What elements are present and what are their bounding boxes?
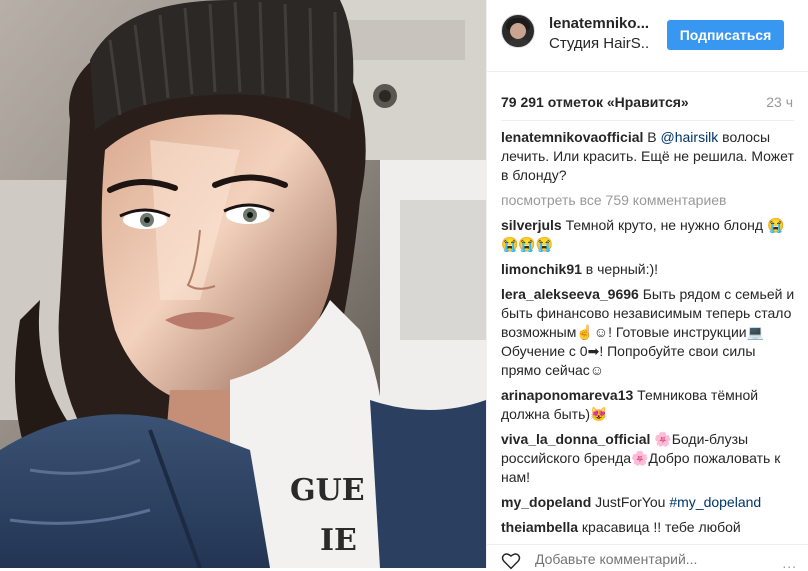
post-location[interactable]: Студия HairS.. bbox=[549, 35, 649, 52]
comment-item: lera_alekseeva_9696 Быть рядом с семьей … bbox=[501, 285, 799, 380]
comment-item: limonchik91 в черный:)! bbox=[501, 260, 799, 279]
follow-button[interactable]: Подписаться bbox=[667, 20, 784, 50]
comment-username[interactable]: arinaponomareva13 bbox=[501, 387, 633, 403]
comment-username[interactable]: limonchik91 bbox=[501, 261, 582, 277]
comment-item: silverjuls Темной круто, не нужно блонд … bbox=[501, 216, 799, 254]
comment-username[interactable]: lera_alekseeva_9696 bbox=[501, 286, 639, 302]
caption-username[interactable]: lenatemnikovaofficial bbox=[501, 129, 643, 145]
post-photo[interactable]: GUE IE bbox=[0, 0, 486, 568]
more-options-icon[interactable]: ... bbox=[782, 555, 797, 571]
avatar[interactable] bbox=[501, 14, 535, 48]
avatar-face bbox=[510, 23, 526, 39]
likes-count[interactable]: 79 291 отметок «Нравится» bbox=[501, 94, 689, 110]
comment-item: theiambella красавица !! тебе любой bbox=[501, 518, 799, 537]
comment-username[interactable]: my_dopeland bbox=[501, 494, 591, 510]
heart-outline-icon[interactable] bbox=[501, 552, 521, 570]
comment-text: Темной круто, не нужно блонд bbox=[561, 217, 767, 233]
comment-item: arinaponomareva13 Темникова тёмной должн… bbox=[501, 386, 799, 424]
post-time[interactable]: 23 ч bbox=[766, 94, 793, 110]
post-header: lenatemniko... Студия HairS.. Подписатьс… bbox=[487, 0, 808, 72]
comment-text: в черный:)! bbox=[581, 261, 659, 277]
svg-text:GUE: GUE bbox=[290, 473, 365, 508]
post-meta: 79 291 отметок «Нравится» 23 ч bbox=[487, 72, 808, 124]
comment-username[interactable]: viva_la_donna_official bbox=[501, 431, 650, 447]
comment-username[interactable]: silverjuls bbox=[501, 217, 562, 233]
instagram-post-view: GUE IE lenatemniko... Студия HairS.. Под… bbox=[0, 0, 808, 571]
view-all-comments-link[interactable]: посмотреть все 759 комментариев bbox=[501, 191, 799, 210]
caption-mention[interactable]: @hairsilk bbox=[661, 129, 719, 145]
caption: lenatemnikovaofficial В @hairsilk волосы… bbox=[501, 128, 799, 185]
avatar-body bbox=[506, 39, 532, 47]
comment-text: красавица !! тебе любой bbox=[578, 519, 741, 535]
comment-bar: ... bbox=[487, 544, 808, 571]
divider bbox=[501, 120, 794, 121]
comment-text: JustForYou bbox=[591, 494, 670, 510]
post-username[interactable]: lenatemniko... bbox=[549, 15, 649, 32]
comment-username[interactable]: theiambella bbox=[501, 519, 578, 535]
selfie-illustration: GUE IE bbox=[0, 0, 486, 568]
svg-text:IE: IE bbox=[320, 523, 357, 558]
comment-hashtag[interactable]: #my_dopeland bbox=[669, 494, 761, 510]
caption-text: В bbox=[643, 129, 661, 145]
comments-list: lenatemnikovaofficial В @hairsilk волосы… bbox=[501, 128, 799, 543]
comment-item: my_dopeland JustForYou #my_dopeland bbox=[501, 493, 799, 512]
add-comment-input[interactable] bbox=[535, 551, 755, 567]
comment-item: viva_la_donna_official 🌸Боди-блузы росси… bbox=[501, 430, 799, 487]
post-side-panel: lenatemniko... Студия HairS.. Подписатьс… bbox=[486, 0, 808, 571]
